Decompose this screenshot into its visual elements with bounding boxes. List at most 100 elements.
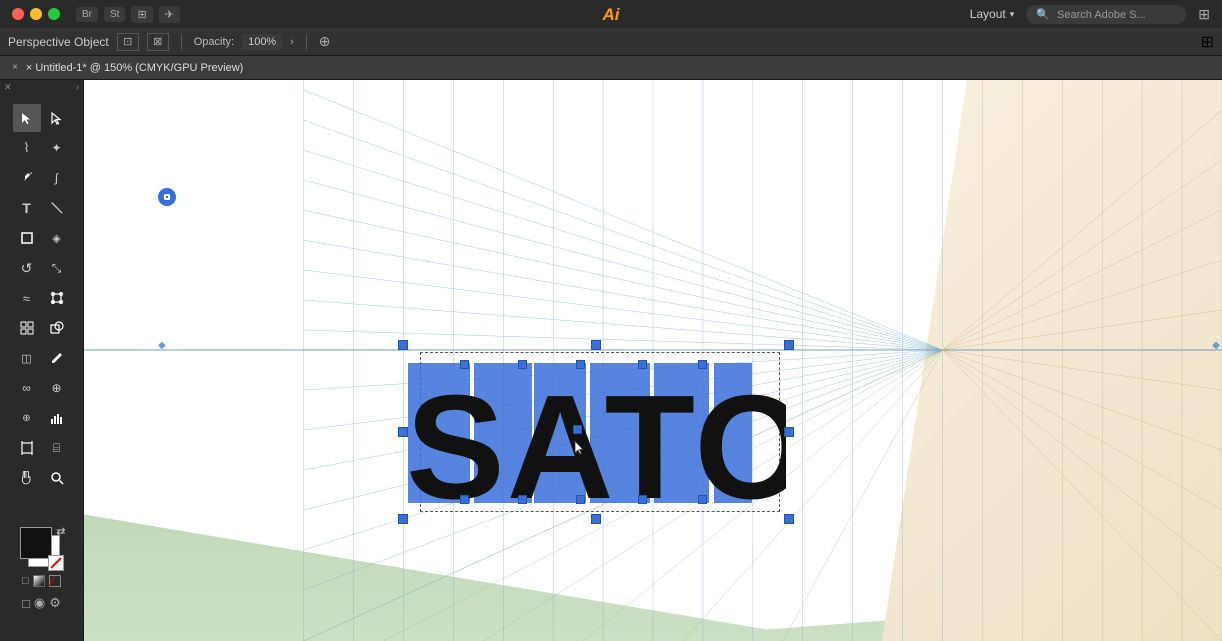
maximize-button[interactable] [48, 8, 60, 20]
swap-colors-icon[interactable]: ⇄ [56, 525, 65, 538]
separator-1 [181, 34, 182, 50]
chevron-down-icon: ▾ [1010, 9, 1015, 20]
view-icons-row: □ ◉ ⚙ [22, 595, 61, 611]
hand-tool[interactable] [13, 464, 41, 492]
anchor-1 [460, 360, 469, 369]
ext-apps: Br St ⊞ ✈ [76, 6, 180, 23]
make-clipping-mask-icon[interactable]: ⊠ [147, 33, 169, 51]
type-tool[interactable]: T [13, 194, 41, 222]
symbol-sprayer-tool[interactable]: ⊕ [43, 374, 71, 402]
tool-row-rotate: ↺ ⤡ [0, 254, 83, 282]
color-swatches-area: ⇄ □ ⁄ □ ◉ ⚙ [0, 527, 83, 611]
add-anchor-tool[interactable]: ⊕ [13, 404, 41, 432]
tool-row-type: T | [0, 194, 83, 222]
perspective-grid-tool[interactable] [13, 314, 41, 342]
tool-row-lasso: ⌇ ✦ [0, 134, 83, 162]
none-icon [49, 556, 63, 570]
scale-tool[interactable]: ⤡ [43, 254, 71, 282]
none-mode[interactable]: ⁄ [49, 575, 61, 587]
anchor-4 [638, 360, 647, 369]
toolbox-collapse-right[interactable]: › [76, 82, 79, 92]
rotate-tool[interactable]: ↺ [13, 254, 41, 282]
bar-graph-tool[interactable] [43, 404, 71, 432]
artboard-tool[interactable] [13, 434, 41, 462]
preferences-icon[interactable]: ⚙ [49, 595, 61, 611]
search-placeholder: Search Adobe S... [1057, 9, 1146, 21]
blend-tool[interactable]: ∞ [13, 374, 41, 402]
titlebar: Br St ⊞ ✈ Ai Layout ▾ 🔍 Search Adobe S..… [0, 0, 1222, 28]
search-input[interactable]: 🔍 Search Adobe S... [1026, 5, 1186, 24]
none-swatch[interactable] [48, 555, 64, 571]
shape-builder-tool[interactable] [43, 314, 71, 342]
toggle-visibility-icon[interactable]: ◉ [34, 595, 45, 611]
opacity-input[interactable]: 100% [242, 34, 282, 50]
tab-title[interactable]: × Untitled-1* @ 150% (CMYK/GPU Preview) [26, 62, 244, 74]
lasso-tool[interactable]: ⌇ [13, 134, 41, 162]
gradient-tool[interactable]: ◫ [13, 344, 41, 372]
anchor-3 [576, 360, 585, 369]
selection-tool[interactable] [13, 104, 41, 132]
pen-tool[interactable] [13, 164, 41, 192]
rectangle-tool[interactable] [13, 224, 41, 252]
document-tab: × × Untitled-1* @ 150% (CMYK/GPU Preview… [0, 56, 1222, 80]
gradient-mode[interactable] [33, 575, 45, 587]
bridge-button[interactable]: Br [76, 7, 98, 22]
main-area: ✕ › ⌇ ✦ ∫ [0, 80, 1222, 641]
tool-row-blend: ∞ ⊕ [0, 374, 83, 402]
search-icon: 🔍 [1036, 9, 1050, 21]
right-vp-marker: ◆ [1212, 340, 1220, 351]
tool-row-perspective [0, 314, 83, 342]
traffic-lights [12, 8, 60, 20]
separator-2 [306, 34, 307, 50]
arrange-view-icon[interactable]: ⊞ [1201, 32, 1214, 52]
toolbox: ✕ › ⌇ ✦ ∫ [0, 80, 84, 641]
magic-wand-tool[interactable]: ✦ [43, 134, 71, 162]
tool-row-gradient: ◫ [0, 344, 83, 372]
tool-row-chart: ⊕ [0, 404, 83, 432]
canvas-area[interactable]: .grid-line-blue { stroke: #7fafd4; strok… [84, 80, 1222, 641]
direct-selection-tool[interactable] [43, 104, 71, 132]
toolbox-collapse-left[interactable]: ✕ [4, 82, 12, 93]
expand-button[interactable]: › [290, 36, 294, 48]
free-transform-tool[interactable] [43, 284, 71, 312]
eraser-tool[interactable]: ◈ [43, 224, 71, 252]
change-screen-mode-icon[interactable]: □ [22, 596, 30, 611]
minimize-button[interactable] [30, 8, 42, 20]
eyedropper-tool[interactable] [43, 344, 71, 372]
arrange-panels-icon[interactable]: ⊞ [1198, 6, 1210, 23]
image-trace-icon[interactable]: ⊡ [117, 33, 139, 51]
libraries-button[interactable]: ⊞ [131, 6, 152, 23]
anchor-8 [576, 495, 585, 504]
anchor-5 [698, 360, 707, 369]
tool-row-pen: ∫ [0, 164, 83, 192]
tools-container: ⌇ ✦ ∫ T | ◈ [0, 104, 83, 494]
anchor-2 [518, 360, 527, 369]
color-swatches[interactable]: ⇄ [20, 527, 64, 571]
context-label: Perspective Object [8, 35, 109, 49]
transform-icon[interactable]: ⊕ [319, 33, 331, 50]
anchor-10 [698, 495, 707, 504]
tab-close-icon[interactable]: × [12, 62, 18, 73]
context-toolbar: Perspective Object ⊡ ⊠ Opacity: 100% › ⊕… [0, 28, 1222, 56]
anchor-6 [460, 495, 469, 504]
zoom-tool[interactable] [43, 464, 71, 492]
tool-row-shape: ◈ [0, 224, 83, 252]
line-tool[interactable]: | [37, 188, 77, 228]
fill-color-mode[interactable]: □ [22, 575, 29, 587]
tool-row-hand [0, 464, 83, 492]
warp-tool[interactable]: ≈ [13, 284, 41, 312]
layout-button[interactable]: Layout ▾ [970, 7, 1015, 21]
stock-button[interactable]: St [104, 7, 125, 22]
mode-icons-row: □ ⁄ [22, 575, 61, 587]
anchor-9 [638, 495, 647, 504]
svg-text:SATORI: SATORI [406, 365, 786, 516]
satori-object[interactable]: SATORI [406, 348, 786, 516]
close-button[interactable] [12, 8, 24, 20]
share-button[interactable]: ✈ [159, 6, 180, 23]
anchor-o-center [573, 425, 582, 434]
slice-tool[interactable]: ⌸ [43, 434, 71, 462]
opacity-label: Opacity: [194, 36, 234, 48]
selection-handles-container [398, 340, 794, 524]
vp-handle-top[interactable] [158, 188, 176, 206]
app-logo: Ai [603, 4, 620, 25]
